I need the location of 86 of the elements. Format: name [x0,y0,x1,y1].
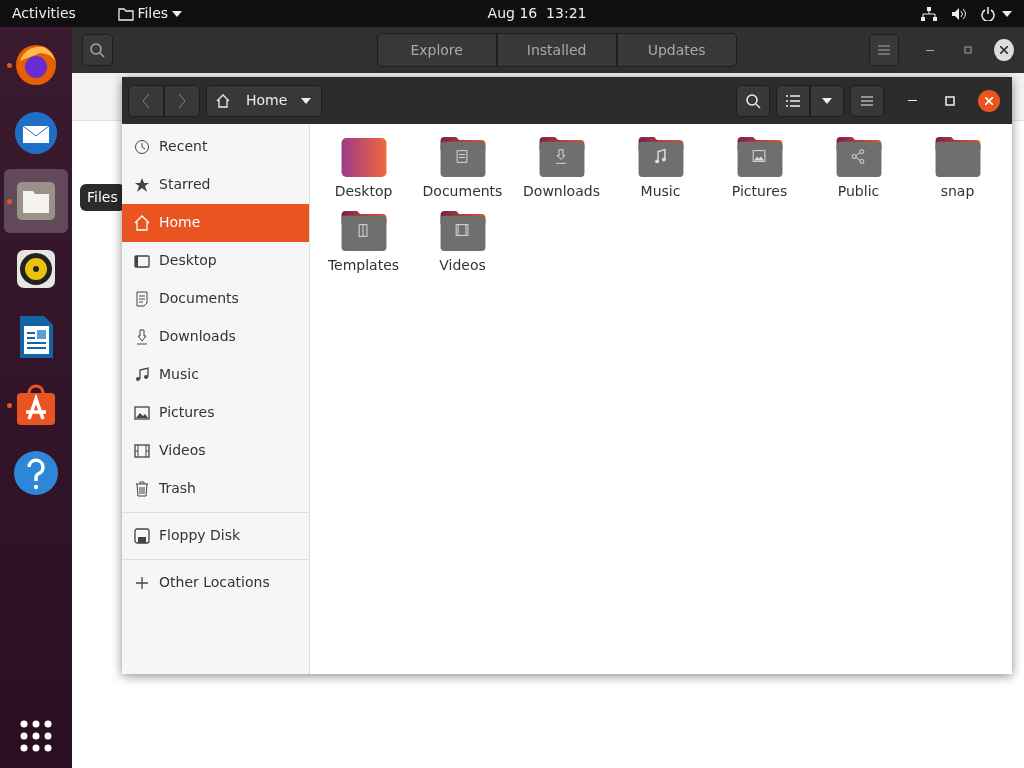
search-icon [89,42,106,58]
document-folder-icon [438,136,487,177]
home-icon [215,92,231,109]
sidebar-item[interactable]: Pictures [122,393,309,432]
close-icon [1000,46,1009,54]
minimize-icon [926,49,935,51]
sidebar-item[interactable]: Desktop [122,241,309,280]
caret-icon [301,97,311,104]
music-note-icon [134,366,150,383]
desktop-folder-icon [339,136,388,177]
file-item[interactable]: Videos [413,202,512,276]
list-icon [786,94,800,107]
sidebar-item[interactable]: Other Locations [122,563,309,602]
location-label: Home [246,91,288,110]
download-icon [134,328,150,345]
file-item[interactable]: Templates [314,202,413,276]
search-icon [745,92,761,109]
sidebar-item[interactable]: Downloads [122,317,309,356]
tab[interactable]: Updates [616,33,737,67]
file-item[interactable]: Public [809,128,908,202]
trash-icon [134,480,150,497]
tooltip: Files [80,184,125,211]
music-folder-icon [636,136,685,177]
dock-item[interactable] [4,169,68,233]
folder-icon [933,136,982,177]
sidebar-item[interactable]: Videos [122,431,309,470]
picture-folder-icon [735,136,784,177]
download-folder-icon [537,136,586,177]
chevron-left-icon [142,93,150,108]
sidebar-item[interactable]: Music [122,355,309,394]
maximize-icon [945,95,955,106]
help-icon [12,449,60,497]
home-icon [134,214,150,231]
system-menu[interactable] [981,6,1012,21]
sidebar-item[interactable]: Floppy Disk [122,516,309,555]
activities-button[interactable]: Activities [12,3,76,24]
app-menu[interactable]: Files [117,3,182,24]
monitor-icon [134,252,150,269]
plus-icon [134,574,150,591]
document-icon [134,290,150,307]
caret-icon [1002,10,1012,17]
clock[interactable]: Aug 16 13:21 [487,3,587,24]
tab[interactable]: Installed [496,33,617,67]
chevron-right-icon [178,93,186,108]
file-item[interactable]: Downloads [512,128,611,202]
menu-icon [878,45,890,55]
view-options-button[interactable] [810,84,844,117]
file-item[interactable]: Music [611,128,710,202]
sidebar-item[interactable]: Starred [122,165,309,204]
star-icon [134,176,150,193]
close-button[interactable] [994,39,1014,61]
picture-icon [134,404,150,421]
search-button[interactable] [82,34,113,66]
file-item[interactable]: Documents [413,128,512,202]
menu-button[interactable] [850,84,884,117]
menu-button[interactable] [868,34,900,66]
sidebar-item[interactable]: Home [122,203,309,242]
location-button[interactable]: Home [206,84,322,117]
sidebar-item[interactable]: Recent [122,127,309,166]
mail-icon [12,109,60,157]
tab[interactable]: Explore [376,33,497,67]
list-view-button[interactable] [776,84,810,117]
template-folder-icon [339,210,388,251]
clock-icon [134,138,150,155]
menu-icon [861,95,873,106]
sidebar-item[interactable]: Trash [122,469,309,508]
network-icon[interactable] [921,6,937,21]
power-icon [981,6,995,21]
close-icon [985,96,993,105]
file-item[interactable]: snap [908,128,1007,202]
sidebar-item[interactable]: Documents [122,279,309,318]
film-icon [134,442,150,459]
speaker-icon[interactable] [951,6,967,21]
caret-icon [822,97,832,104]
search-button[interactable] [736,84,770,117]
file-item[interactable]: Pictures [710,128,809,202]
caret-icon [171,10,182,17]
file-item[interactable]: Desktop [314,128,413,202]
video-folder-icon [438,210,487,251]
app-grid-icon[interactable] [20,720,52,752]
app-menu-label[interactable]: Files [137,3,169,24]
restore-icon [963,46,972,54]
folder-icon [117,6,134,21]
minimize-icon [907,100,917,101]
share-folder-icon [834,136,883,177]
close-button[interactable] [978,89,1000,112]
